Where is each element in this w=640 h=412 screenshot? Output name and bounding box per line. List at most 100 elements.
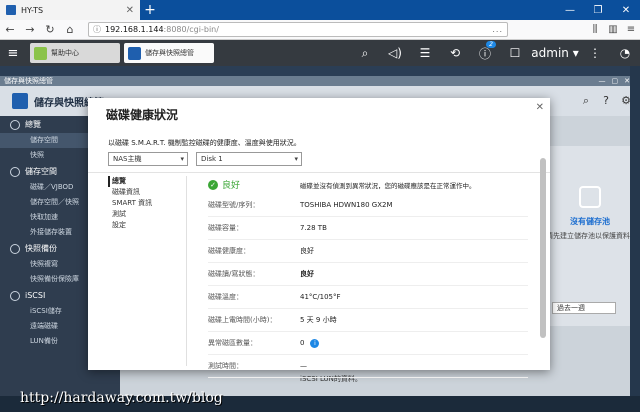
library-icon[interactable]: ⫼ <box>586 24 604 35</box>
table-row: 測試時間： — <box>208 355 528 378</box>
dialog-scrollbar[interactable] <box>540 158 546 338</box>
sidebar-icon[interactable]: ▥ <box>604 24 622 35</box>
health-status: ✓ 良好 <box>208 178 240 191</box>
tab-smart-info[interactable]: SMART 資訊 <box>108 198 188 209</box>
search-icon[interactable]: ⌕ <box>350 46 380 61</box>
browser-toolbar-right: ⫼ ▥ ≡ <box>586 24 640 35</box>
disk-stack-icon <box>579 186 601 208</box>
storage-app-icon <box>12 93 28 109</box>
iscsi-icon <box>10 290 20 301</box>
table-row: 磁碟健康度： 良好 <box>208 240 528 263</box>
qts-topbar: ≡ 幫助中心 儲存與快照總管 ⌕ ◁) ☰ ⟲ ⓘ 2 ☐ admin ▾ ⋮ ◔ <box>0 40 640 66</box>
tab-disk-info[interactable]: 磁碟資訊 <box>108 187 188 198</box>
maximize-button[interactable]: ❐ <box>584 5 612 16</box>
snapshot-backup-icon <box>10 243 20 254</box>
period-select[interactable]: 過去一週 <box>552 302 616 314</box>
info-icon[interactable]: i <box>310 338 320 348</box>
no-pool-card: 沒有儲存池 請先建立儲存池以保護資料 過去一週 <box>540 146 640 326</box>
row-value-wrap: 0 i <box>300 338 320 348</box>
event-notification-icon[interactable]: ⓘ 2 <box>470 40 500 62</box>
search-icon[interactable]: ⌕ <box>576 94 596 108</box>
tab-test[interactable]: 測試 <box>108 209 188 220</box>
url-path: :8080/cgi-bin/ <box>163 25 219 34</box>
browser-tab[interactable]: HY-TS ✕ <box>0 0 140 20</box>
help-icon[interactable]: ? <box>596 94 616 108</box>
hamburger-menu-icon[interactable]: ≡ <box>622 24 640 35</box>
background-tasks-icon[interactable]: ☰ <box>410 46 440 60</box>
dialog-nav: 總覽 磁碟資訊 SMART 資訊 測試 設定 <box>108 176 188 231</box>
overview-icon <box>10 119 20 130</box>
table-row: 異常磁區數量： 0 i <box>208 332 528 355</box>
tab-settings[interactable]: 設定 <box>108 220 188 231</box>
chevron-down-icon: ▾ <box>180 155 184 163</box>
user-menu[interactable]: admin ▾ <box>530 46 580 60</box>
user-icon[interactable]: ☐ <box>500 46 530 60</box>
tab-storage-manager-label: 儲存與快照總管 <box>145 49 194 57</box>
sidebar-section-label: 儲存空間 <box>25 167 57 176</box>
disk-select[interactable]: Disk 1 ▾ <box>196 152 302 166</box>
new-tab-button[interactable]: + <box>140 2 160 18</box>
tab-help-center-label: 幫助中心 <box>51 49 79 57</box>
app-window-title: 儲存與快照總管 <box>4 77 53 85</box>
address-bar[interactable]: ⓘ 192.168.1.144 :8080/cgi-bin/ ... <box>88 22 508 37</box>
table-row: 磁碟型號/序列： TOSHIBA HDWN180 GX2M <box>208 194 528 217</box>
browser-tab-title: HY-TS <box>21 5 44 15</box>
back-icon[interactable]: ← <box>0 23 20 36</box>
help-center-icon <box>34 46 47 60</box>
page-actions-icon[interactable]: ... <box>492 25 503 34</box>
device-select-value: NAS主機 <box>113 155 142 163</box>
tab-overview[interactable]: 總覽 <box>108 176 188 187</box>
info-icon[interactable]: ⓘ <box>93 24 101 35</box>
table-row: 磁碟溫度： 41°C/105°F <box>208 286 528 309</box>
close-window-button[interactable]: ✕ <box>612 5 640 16</box>
table-row: 磁碟上電時間(小時)： 5 天 9 小時 <box>208 309 528 332</box>
main-menu-icon[interactable]: ≡ <box>0 46 26 61</box>
row-value: 41°C/105°F <box>300 293 341 301</box>
disk-health-dialog: 磁碟健康狀況 ✕ 以磁碟 S.M.A.R.T. 機制監控磁碟的健康度、溫度與使用… <box>88 98 550 378</box>
row-key: 磁碟溫度： <box>208 293 243 301</box>
chevron-down-icon: ▾ <box>294 155 298 163</box>
dialog-description: 以磁碟 S.M.A.R.T. 機制監控磁碟的健康度、溫度與使用狀況。 <box>108 139 301 147</box>
minimize-button[interactable]: — <box>556 5 584 16</box>
reload-icon[interactable]: ↻ <box>40 23 60 36</box>
row-key: 磁碟健康度： <box>208 247 250 255</box>
row-key: 測試時間： <box>208 362 243 370</box>
device-select[interactable]: NAS主機 ▾ <box>108 152 188 166</box>
dashboard-icon[interactable]: ◔ <box>610 46 640 60</box>
no-pool-title[interactable]: 沒有儲存池 <box>540 216 640 227</box>
watermark-text: http://hardaway.com.tw/blog <box>20 390 223 406</box>
home-icon[interactable]: ⌂ <box>60 23 80 36</box>
row-value: 良好 <box>300 247 314 255</box>
row-value: 良好 <box>300 270 314 278</box>
options-icon[interactable]: ⋮ <box>580 46 610 60</box>
check-circle-icon: ✓ <box>208 179 218 190</box>
row-key: 磁碟容量： <box>208 224 243 232</box>
app-header-tools: ⌕ ? ⚙ <box>576 94 636 108</box>
volume-icon[interactable]: ◁) <box>380 46 410 60</box>
dialog-close-button[interactable]: ✕ <box>536 102 544 113</box>
health-status-label: 良好 <box>222 181 241 191</box>
external-device-icon[interactable]: ⟲ <box>440 46 470 60</box>
qnap-icon <box>6 5 16 15</box>
row-value: 5 天 9 小時 <box>300 316 337 324</box>
desktop-scrollbar[interactable] <box>630 66 640 396</box>
sidebar-section-label: 快照備份 <box>25 244 57 253</box>
table-row: 磁碟讀/寫狀態： 良好 <box>208 263 528 286</box>
browser-navbar: ← → ↻ ⌂ ⓘ 192.168.1.144 :8080/cgi-bin/ .… <box>0 20 640 40</box>
row-value: TOSHIBA HDWN180 GX2M <box>300 201 393 209</box>
storage-manager-icon <box>128 46 141 60</box>
table-row: 磁碟容量： 7.28 TB <box>208 217 528 240</box>
dialog-divider <box>88 172 550 173</box>
tab-help-center[interactable]: 幫助中心 <box>30 43 120 63</box>
nav-divider <box>186 176 187 366</box>
row-key: 磁碟讀/寫狀態： <box>208 270 260 278</box>
sidebar-section-label: 總覽 <box>25 120 41 129</box>
tab-storage-manager[interactable]: 儲存與快照總管 <box>124 43 214 63</box>
window-controls: — ❐ ✕ <box>556 5 640 16</box>
forward-icon[interactable]: → <box>20 23 40 36</box>
browser-titlebar: HY-TS ✕ + — ❐ ✕ <box>0 0 640 20</box>
close-tab-icon[interactable]: ✕ <box>126 5 134 16</box>
qts-tools: ⌕ ◁) ☰ ⟲ ⓘ 2 ☐ admin ▾ ⋮ ◔ <box>350 40 640 62</box>
row-key: 磁碟上電時間(小時)： <box>208 316 277 324</box>
disk-info-table: 磁碟型號/序列： TOSHIBA HDWN180 GX2M 磁碟容量： 7.28… <box>208 194 528 378</box>
